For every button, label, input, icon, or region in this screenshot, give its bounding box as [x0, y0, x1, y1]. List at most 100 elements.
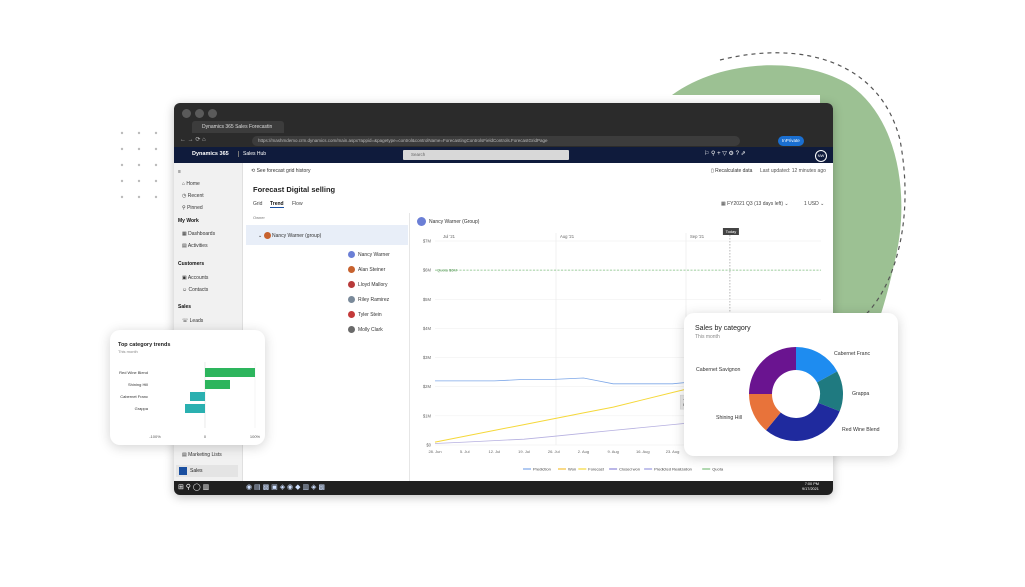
tab-trend[interactable]: Trend [270, 201, 284, 208]
bar-grappa [185, 404, 205, 413]
app-name-label[interactable]: Sales Hub [238, 151, 266, 157]
owner-list-item[interactable]: Nancy Warner [348, 251, 390, 258]
slice-label: Grappa [852, 391, 869, 397]
group-name: Nancy Warner (group) [271, 232, 322, 239]
sidebar-item-label: Recent [187, 193, 204, 199]
hamburger-icon[interactable]: ≡ [178, 169, 181, 175]
inprivate-label: InPrivate [782, 138, 800, 143]
sidebar-item-accounts[interactable]: ▣ Accounts [182, 275, 208, 281]
area-icon [179, 466, 187, 475]
owner-list-item[interactable]: Lloyd Mallory [348, 281, 388, 288]
window-close-dot[interactable] [182, 109, 191, 118]
legend-item: Forecast [588, 467, 604, 472]
taskbar-clock[interactable]: 7:00 PM 9/17/2021 [802, 482, 819, 492]
header-icons[interactable]: ⚐ ⚲ + ▽ ⚙ ? ⇗ [704, 150, 746, 157]
background-dot [154, 147, 158, 151]
owner-list-item[interactable]: Alan Steiner [348, 266, 385, 273]
sidebar-item-label: Dashboards [188, 231, 216, 237]
legend-item: Closed won [619, 467, 640, 472]
address-bar[interactable]: https://mashmdemo.crm.dynamics.com/main.… [252, 136, 740, 146]
y-tick-label: $3M [423, 355, 432, 360]
chart-owner-avatar [417, 217, 426, 226]
sidebar-item-pinned[interactable]: ⚲ Pinned [182, 205, 203, 211]
browser-tab[interactable]: Dynamics 365 Sales Forecastin [192, 121, 284, 133]
y-tick-label: $1M [423, 413, 432, 418]
category-label: Shining Hill [128, 382, 148, 387]
legend-item: Quota [712, 467, 724, 472]
app-header: Dynamics 365 Sales Hub Search ⚐ ⚲ + ▽ ⚙ … [174, 147, 833, 163]
owner-list-item[interactable]: Molly Clark [348, 326, 383, 333]
last-updated: Last updated: 12 minutes ago [760, 168, 826, 174]
nav-arrows-icon[interactable]: ← → ⟳ ⌂ [180, 136, 206, 143]
sidebar-item-label: Pinned [187, 205, 203, 211]
background-dot [154, 131, 158, 135]
area-label: Sales [190, 468, 203, 474]
browser-chrome: Dynamics 365 Sales Forecastin ← → ⟳ ⌂ ht… [174, 103, 833, 147]
tab-grid[interactable]: Grid [253, 201, 262, 207]
history-link[interactable]: ⟲ See forecast grid history [251, 168, 311, 174]
owner-column-label: Owner [253, 215, 265, 220]
sidebar-section-customers: Customers [178, 261, 205, 267]
sidebar-item-label: Marketing Lists [188, 452, 222, 458]
group-avatar [263, 232, 271, 239]
browser-tab-title: Dynamics 365 Sales Forecastin [202, 124, 273, 130]
address-url: https://mashmdemo.crm.dynamics.com/main.… [258, 138, 548, 143]
background-dot [120, 131, 124, 135]
search-input[interactable]: Search [403, 150, 569, 160]
windows-start-icon[interactable]: ⊞ ⚲ ◯ ▥ [178, 483, 209, 491]
background-dot [154, 179, 158, 183]
sidebar-item-home[interactable]: ⌂ Home [182, 181, 200, 187]
sales-by-category-card: Sales by category This month Cabernet Fr… [684, 313, 898, 456]
slice-label: Cabernet Franc [834, 351, 870, 357]
brand-label[interactable]: Dynamics 365 [192, 151, 229, 157]
period-selector[interactable]: ▦ FY2021 Q3 (13 days left) ⌄ [721, 201, 789, 207]
background-dot [137, 147, 141, 151]
slice-cabernet-savignon [749, 347, 796, 394]
category-label: Grappa [135, 406, 149, 411]
pane-divider [409, 213, 410, 481]
recalculate-label: Recalculate data [715, 168, 753, 174]
owner-name: Molly Clark [358, 327, 383, 333]
owner-avatar [348, 251, 355, 258]
top-category-card: Top category trends This month Red Wine … [110, 330, 265, 445]
currency-selector[interactable]: 1 USD ⌄ [804, 201, 824, 207]
user-avatar[interactable]: NW [815, 150, 827, 162]
sidebar-item-dashboards[interactable]: ▦ Dashboards [182, 231, 215, 237]
window-maximize-dot[interactable] [208, 109, 217, 118]
x-tick-label: 16. Aug [636, 449, 650, 454]
owner-list-item[interactable]: Riley Ramirez [348, 296, 390, 303]
owner-name: Riley Ramirez [358, 297, 390, 303]
sidebar-item-marketing-lists[interactable]: ▤ Marketing Lists [182, 452, 222, 458]
owner-name: Lloyd Mallory [358, 282, 388, 288]
sidebar-item-label: Accounts [187, 275, 209, 281]
taskbar-time: 7:00 PM [804, 482, 819, 486]
sidebar-item-activities[interactable]: ▤ Activities [182, 243, 208, 249]
y-tick-label: $5M [423, 297, 432, 302]
sidebar-item-contacts[interactable]: ☺ Contacts [182, 287, 208, 293]
background-dot [137, 195, 141, 199]
x-tick-label: 19. Jul [518, 449, 530, 454]
owner-name: Nancy Warner [358, 252, 390, 258]
x-tick-label: 26. Jul [548, 449, 560, 454]
area-switcher[interactable]: Sales [176, 465, 238, 477]
history-link-label: See forecast grid history [256, 168, 311, 174]
window-minimize-dot[interactable] [195, 109, 204, 118]
forecast-title[interactable]: Forecast Digital selling [253, 185, 335, 194]
axis-label: 100% [250, 434, 261, 439]
sidebar-item-recent[interactable]: ◷ Recent [182, 193, 204, 199]
legend-item: Prediction [533, 467, 551, 472]
x-tick-label: 28. Jun [428, 449, 441, 454]
month-label: Aug '21 [560, 234, 575, 239]
bar-cabernet-franc [190, 392, 205, 401]
background-dot [137, 131, 141, 135]
sidebar-item-leads[interactable]: ☏ Leads [182, 318, 203, 324]
inprivate-badge[interactable]: InPrivate [778, 136, 804, 146]
top-category-title: Top category trends [118, 342, 171, 348]
axis-label: 0 [204, 434, 207, 439]
owner-list-item[interactable]: Tyler Stein [348, 311, 382, 318]
recalculate-button[interactable]: ▯ Recalculate data [711, 168, 752, 174]
taskbar-apps-icons[interactable]: ◉ ▤ ▩ ▣ ◈ ◉ ◆ ▥ ◈ ▩ [246, 483, 325, 491]
tab-flow[interactable]: Flow [292, 201, 303, 207]
group-row[interactable]: ⌄ Nancy Warner (group) [246, 225, 408, 245]
top-category-chart: Red Wine Blend Shining Hill Cabernet Franc… [119, 362, 261, 439]
